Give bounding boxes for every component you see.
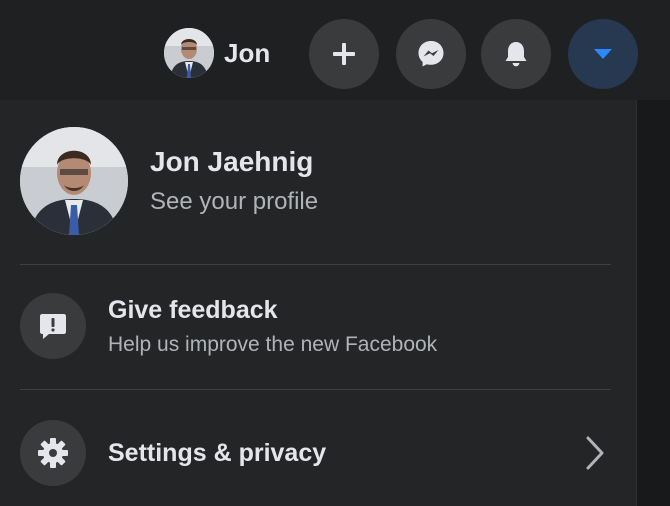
messenger-button[interactable]	[396, 19, 466, 89]
avatar	[20, 127, 128, 235]
profile-chip-name: Jon	[224, 37, 271, 68]
settings-title: Settings & privacy	[108, 438, 327, 467]
divider	[20, 389, 611, 390]
messenger-icon	[418, 41, 444, 67]
settings-privacy-item[interactable]: Settings & privacy	[20, 420, 615, 486]
account-menu-button[interactable]	[568, 19, 638, 89]
profile-chip[interactable]: Jon	[164, 26, 280, 80]
profile-subtitle: See your profile	[150, 188, 319, 215]
feedback-text: Give feedback Help us improve the new Fa…	[108, 296, 437, 357]
account-dropdown-panel: Jon Jaehnig See your profile Give feedba…	[0, 100, 637, 506]
divider	[20, 264, 611, 265]
exclamation-icon	[40, 314, 66, 339]
avatar	[164, 28, 214, 78]
profile-name: Jon Jaehnig	[150, 146, 314, 177]
bell-icon	[505, 42, 527, 67]
chevron-right-icon	[586, 436, 604, 470]
see-profile-link[interactable]: Jon Jaehnig See your profile	[20, 125, 318, 237]
create-button[interactable]	[309, 19, 379, 89]
gear-icon	[38, 438, 68, 468]
feedback-title: Give feedback	[108, 295, 278, 324]
notifications-button[interactable]	[481, 19, 551, 89]
caret-down-icon	[594, 49, 612, 59]
feedback-subtitle: Help us improve the new Facebook	[108, 332, 438, 356]
top-navigation-bar: Jon	[0, 0, 670, 100]
profile-text: Jon Jaehnig See your profile	[150, 146, 318, 216]
give-feedback-item[interactable]: Give feedback Help us improve the new Fa…	[20, 293, 615, 359]
feedback-icon-circle	[20, 293, 86, 359]
plus-icon	[333, 43, 355, 65]
settings-icon-circle	[20, 420, 86, 486]
